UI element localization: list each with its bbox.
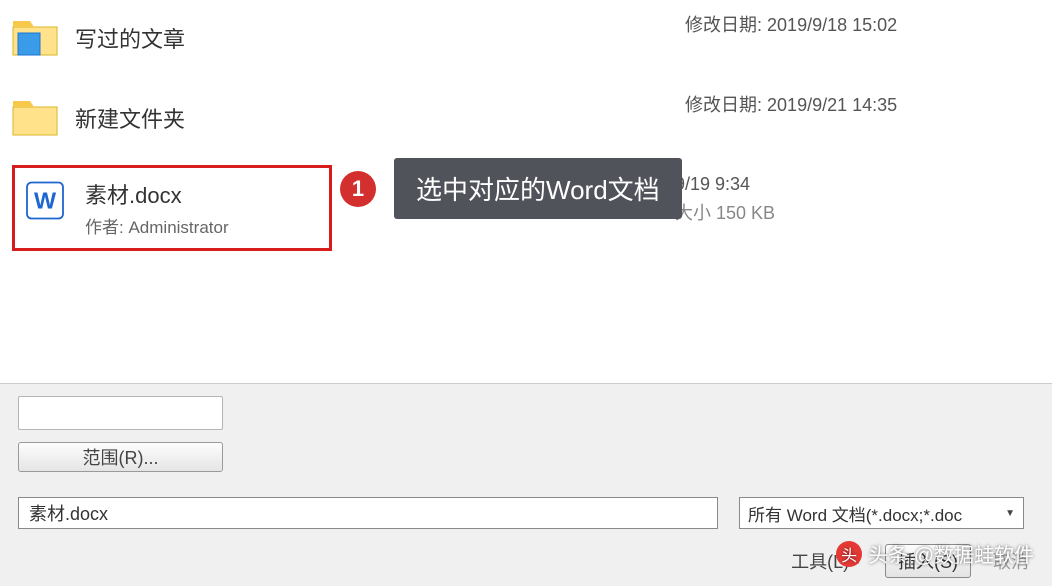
file-selected-meta: 9/19 9:34 大小 150 KB (675, 170, 775, 228)
file-row-2[interactable]: 新建文件夹 修改日期: 2019/9/21 14:35 (10, 80, 1042, 160)
file-row-1[interactable]: 写过的文章 修改日期: 2019/9/18 15:02 (10, 0, 1042, 80)
filename-value: 素材.docx (29, 500, 108, 526)
word-doc-icon: W (20, 178, 70, 223)
folder-icon (10, 15, 60, 60)
watermark: 头 头条 @数据蛙软件 (836, 539, 1034, 568)
chevron-down-icon: ▼ (1005, 508, 1015, 519)
svg-text:W: W (34, 188, 57, 214)
file-meta: 修改日期: 2019/9/21 14:35 (685, 92, 897, 119)
filename-input[interactable]: 素材.docx (18, 497, 718, 529)
callout-1: 1 选中对应的Word文档 (340, 158, 682, 219)
file-meta: 修改日期: 2019/9/18 15:02 (685, 12, 897, 39)
folder-icon (10, 95, 60, 140)
watermark-logo-icon: 头 (836, 541, 862, 567)
filetype-select[interactable]: 所有 Word 文档(*.docx;*.doc ▼ (739, 497, 1024, 529)
file-row-selected[interactable]: W 素材.docx 作者: Administrator (12, 165, 332, 251)
file-name: 素材.docx (85, 178, 229, 210)
filetype-value: 所有 Word 文档(*.docx;*.doc (748, 501, 962, 526)
file-author: 作者: Administrator (85, 213, 229, 238)
range-input-box[interactable] (18, 396, 223, 430)
callout-badge-1: 1 (340, 171, 376, 207)
range-button[interactable]: 范围(R)... (18, 442, 223, 472)
callout-text-1: 选中对应的Word文档 (394, 158, 682, 219)
